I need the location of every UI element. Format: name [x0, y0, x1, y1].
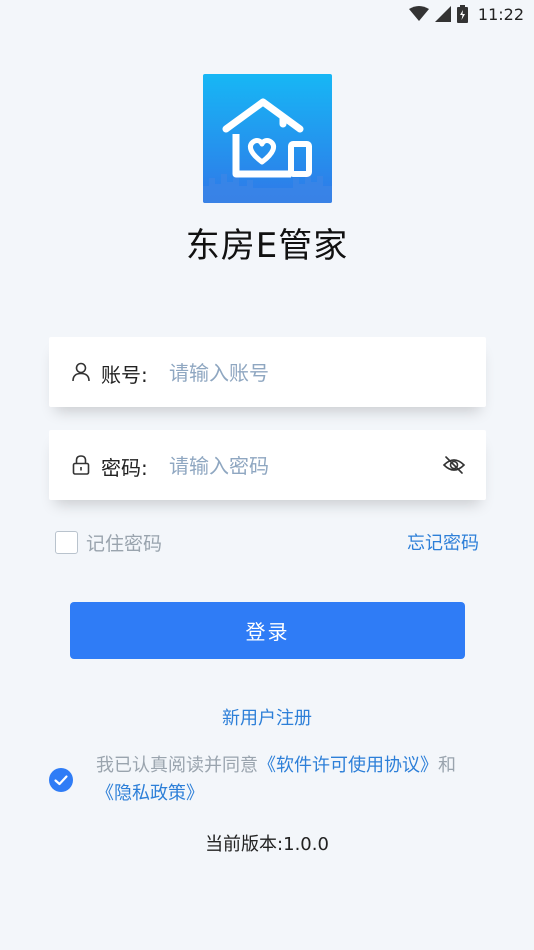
remember-password[interactable]: 记住密码: [55, 529, 162, 556]
user-icon: [71, 362, 91, 382]
battery-charging-icon: [456, 5, 468, 23]
house-heart-logo-icon: [203, 74, 332, 203]
agreement-conjunction: 和: [438, 755, 456, 776]
register-label[interactable]: 新用户注册: [222, 708, 312, 729]
password-field[interactable]: 密码:: [49, 430, 486, 500]
remember-label: 记住密码: [86, 533, 163, 555]
status-time: 11:22: [477, 4, 524, 24]
agreement-prefix: 我已认真阅读并同意: [96, 755, 258, 776]
remember-checkbox[interactable]: [55, 531, 78, 554]
privacy-policy-link[interactable]: 《隐私政策》: [96, 783, 204, 804]
login-button[interactable]: 登录: [70, 602, 465, 659]
agreement-text: 我已认真阅读并同意《软件许可使用协议》和《隐私政策》: [96, 752, 486, 808]
app-name: 东房E管家: [185, 226, 349, 266]
account-input[interactable]: [167, 355, 441, 391]
license-agreement-link[interactable]: 《软件许可使用协议》: [258, 755, 438, 776]
cellular-signal-icon: [434, 6, 451, 22]
account-field[interactable]: 账号:: [49, 337, 486, 407]
eye-hidden-icon[interactable]: [442, 454, 466, 476]
account-label: 账号:: [101, 363, 148, 387]
password-label: 密码:: [101, 456, 148, 480]
status-bar: 11:22: [0, 0, 534, 28]
version-text: 当前版本:1.0.0: [205, 834, 329, 855]
wifi-icon: [408, 6, 429, 22]
lock-icon: [71, 455, 91, 475]
forgot-password-link[interactable]: 忘记密码: [407, 529, 479, 555]
agreement-checkbox-checked-icon[interactable]: [49, 768, 73, 792]
register-link[interactable]: 新用户注册: [0, 704, 534, 730]
password-input[interactable]: [167, 448, 441, 484]
